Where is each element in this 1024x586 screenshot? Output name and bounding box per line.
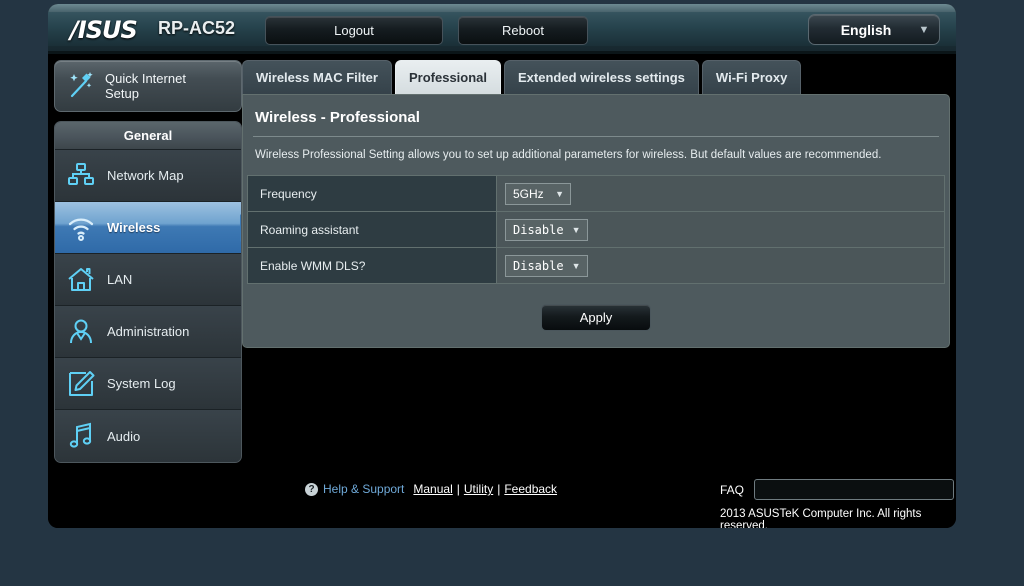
tab-wifi-proxy[interactable]: Wi-Fi Proxy (702, 60, 801, 94)
sidebar-item-system-log[interactable]: System Log (55, 358, 241, 410)
network-map-icon (55, 161, 107, 191)
sidebar-item-label: Network Map (107, 168, 184, 183)
logout-button[interactable]: Logout (265, 16, 443, 45)
help-support-label: Help & Support (323, 482, 404, 496)
qis-line2: Setup (105, 86, 139, 101)
sidebar-item-administration[interactable]: Administration (55, 306, 241, 358)
sidebar: Quick Internet Setup General (54, 60, 242, 463)
row-value: Disable ▼ (496, 248, 944, 283)
roaming-assistant-select[interactable]: Disable ▼ (505, 219, 588, 241)
chevron-down-icon: ▼ (909, 24, 939, 36)
help-links: ? Help & Support Manual | Utility | Feed… (305, 482, 557, 496)
sidebar-item-label: Wireless (107, 220, 160, 235)
wifi-icon (55, 213, 107, 243)
sidebar-item-audio[interactable]: Audio (55, 410, 241, 462)
table-row: Enable WMM DLS? Disable ▼ (248, 248, 944, 284)
chevron-down-icon: ▼ (570, 225, 587, 235)
question-mark-icon: ? (305, 483, 318, 496)
router-admin-window: /ISUS RP-AC52 Logout Reboot English ▼ (48, 4, 956, 528)
settings-table: Frequency 5GHz ▼ Roaming assistant Disab… (247, 175, 945, 284)
sidebar-item-label: LAN (107, 272, 132, 287)
roaming-assistant-value: Disable (506, 223, 570, 237)
link-separator: | (457, 482, 460, 496)
panel-description: Wireless Professional Setting allows you… (243, 137, 949, 175)
wmm-dls-select[interactable]: Disable ▼ (505, 255, 588, 277)
table-row: Roaming assistant Disable ▼ (248, 212, 944, 248)
table-row: Frequency 5GHz ▼ (248, 176, 944, 212)
chevron-down-icon: ▼ (553, 189, 570, 199)
utility-link[interactable]: Utility (464, 482, 493, 496)
settings-panel: Wireless - Professional Wireless Profess… (242, 94, 950, 348)
device-model: RP-AC52 (158, 18, 235, 39)
nav-group-title: General (55, 122, 241, 150)
sidebar-item-network-map[interactable]: Network Map (55, 150, 241, 202)
tab-professional[interactable]: Professional (395, 60, 501, 94)
reboot-button[interactable]: Reboot (458, 16, 588, 45)
page-title: Wireless - Professional (243, 95, 949, 136)
feedback-link[interactable]: Feedback (504, 482, 557, 496)
tab-wireless-mac-filter[interactable]: Wireless MAC Filter (242, 60, 392, 94)
chevron-down-icon: ▼ (570, 261, 587, 271)
apply-row: Apply (243, 304, 949, 331)
pencil-note-icon (55, 369, 107, 399)
row-value: 5GHz ▼ (496, 176, 944, 211)
page-body: Quick Internet Setup General (48, 54, 956, 528)
tab-extended-wireless-settings[interactable]: Extended wireless settings (504, 60, 699, 94)
quick-internet-setup-button[interactable]: Quick Internet Setup (54, 60, 242, 112)
apply-button[interactable]: Apply (541, 304, 651, 331)
link-separator: | (497, 482, 500, 496)
page-header: /ISUS RP-AC52 Logout Reboot English ▼ (48, 4, 956, 54)
faq-label: FAQ (720, 483, 744, 497)
navigation-group: General Network Map (54, 121, 242, 463)
user-icon (55, 317, 107, 347)
music-note-icon (55, 421, 107, 451)
row-value: Disable ▼ (496, 212, 944, 247)
faq-search-input[interactable] (754, 479, 954, 500)
tab-bar: Wireless MAC Filter Professional Extende… (242, 60, 804, 94)
sidebar-item-label: System Log (107, 376, 176, 391)
logout-label: Logout (334, 23, 374, 38)
page-footer: ? Help & Support Manual | Utility | Feed… (242, 472, 950, 528)
sidebar-item-label: Administration (107, 324, 189, 339)
language-label: English (809, 22, 909, 38)
row-label: Roaming assistant (248, 212, 496, 247)
sidebar-item-label: Audio (107, 429, 140, 444)
wmm-dls-value: Disable (506, 259, 570, 273)
quick-internet-setup-label: Quick Internet Setup (105, 71, 186, 101)
sidebar-item-wireless[interactable]: Wireless (55, 202, 241, 254)
asus-logo: /ISUS (70, 16, 137, 44)
manual-link[interactable]: Manual (413, 482, 452, 496)
reboot-label: Reboot (502, 23, 544, 38)
frequency-value: 5GHz (506, 187, 550, 201)
row-label: Frequency (248, 176, 496, 211)
frequency-select[interactable]: 5GHz ▼ (505, 183, 571, 205)
language-selector[interactable]: English ▼ (808, 14, 940, 45)
qis-line1: Quick Internet (105, 71, 186, 86)
row-label: Enable WMM DLS? (248, 248, 496, 283)
copyright-text: 2013 ASUSTeK Computer Inc. All rights re… (720, 508, 950, 528)
house-icon (55, 265, 107, 295)
magic-wand-icon (55, 69, 105, 103)
apply-label: Apply (580, 310, 613, 325)
sidebar-item-lan[interactable]: LAN (55, 254, 241, 306)
